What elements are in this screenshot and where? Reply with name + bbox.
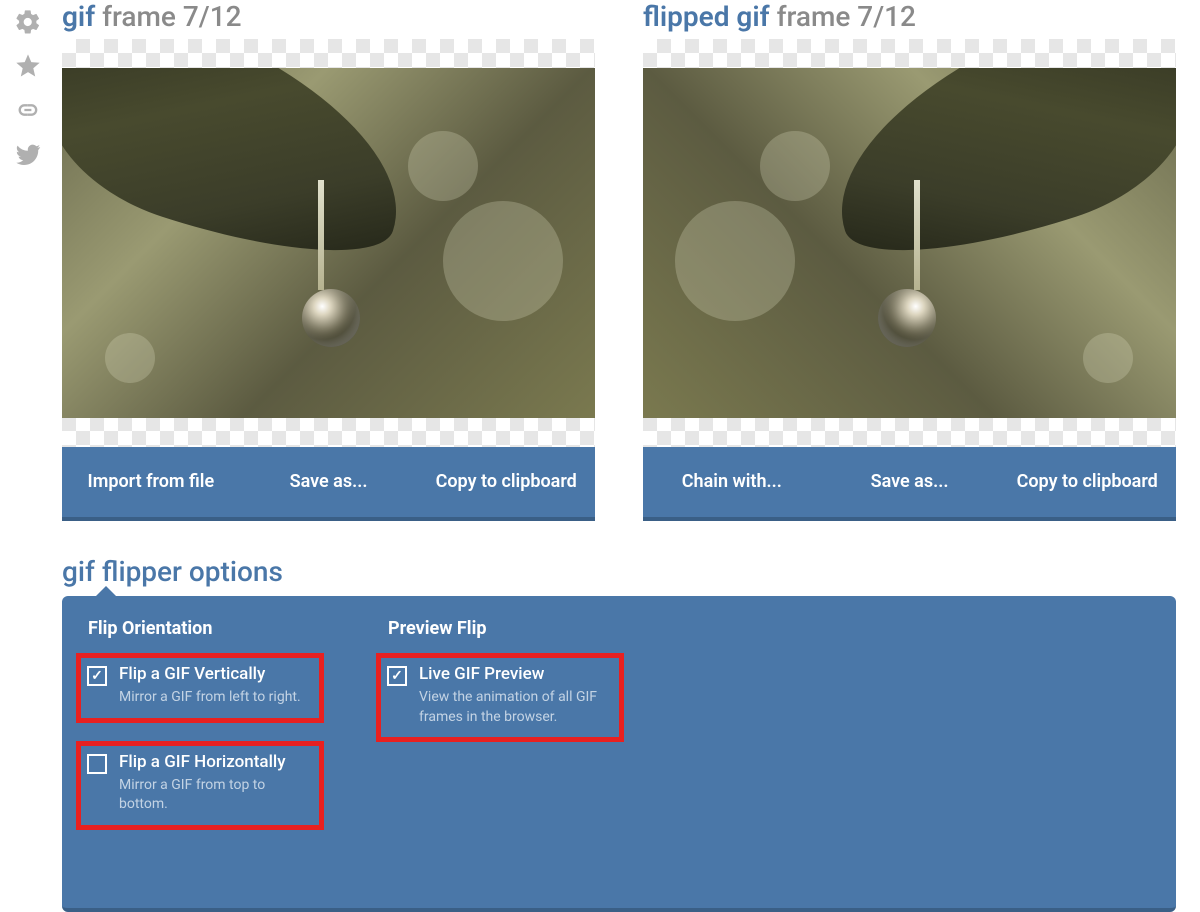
gear-icon[interactable] — [14, 8, 42, 36]
checkbox-icon[interactable] — [87, 754, 107, 774]
output-preview-image — [643, 68, 1176, 419]
option-description: View the animation of all GIF frames in … — [419, 688, 609, 727]
flip-horizontally-option[interactable]: Flip a GIF Horizontally Mirror a GIF fro… — [76, 741, 324, 830]
input-panel-title: gif frame 7/12 — [62, 0, 595, 33]
main-content: gif frame 7/12 Import from file Save as.… — [62, 0, 1176, 912]
option-label: Flip a GIF Vertically — [119, 664, 301, 684]
input-preview-area — [62, 39, 595, 447]
title-rest: frame 7/12 — [102, 0, 241, 33]
preview-flip-column: Preview Flip Live GIF Preview View the a… — [388, 618, 624, 848]
copy-to-clipboard-button[interactable]: Copy to clipboard — [417, 447, 595, 517]
sidebar — [8, 8, 48, 168]
title-accent: flipped gif — [643, 0, 770, 33]
save-as-button[interactable]: Save as... — [240, 447, 418, 517]
options-title: gif flipper options — [62, 555, 1176, 588]
star-icon[interactable] — [14, 52, 42, 80]
option-description: Mirror a GIF from left to right. — [119, 688, 301, 708]
options-section: gif flipper options Flip Orientation Fli… — [62, 555, 1176, 912]
input-actionbar: Import from file Save as... Copy to clip… — [62, 447, 595, 521]
chain-with-button[interactable]: Chain with... — [643, 447, 821, 517]
column-heading: Flip Orientation — [88, 618, 324, 639]
output-preview-area — [643, 39, 1176, 447]
options-panel: Flip Orientation Flip a GIF Vertically M… — [62, 596, 1176, 912]
save-as-button[interactable]: Save as... — [821, 447, 999, 517]
output-panel-title: flipped gif frame 7/12 — [643, 0, 1176, 33]
input-preview-image — [62, 68, 595, 419]
output-actionbar: Chain with... Save as... Copy to clipboa… — [643, 447, 1176, 521]
title-rest: frame 7/12 — [777, 0, 916, 33]
input-panel: gif frame 7/12 Import from file Save as.… — [62, 0, 595, 521]
option-label: Live GIF Preview — [419, 664, 609, 684]
flip-vertically-option[interactable]: Flip a GIF Vertically Mirror a GIF from … — [76, 653, 324, 723]
import-from-file-button[interactable]: Import from file — [62, 447, 240, 517]
link-icon[interactable] — [14, 96, 42, 124]
twitter-icon[interactable] — [14, 140, 42, 168]
flip-orientation-column: Flip Orientation Flip a GIF Vertically M… — [88, 618, 324, 848]
option-description: Mirror a GIF from top to bottom. — [119, 776, 309, 815]
copy-to-clipboard-button[interactable]: Copy to clipboard — [998, 447, 1176, 517]
title-accent: gif — [62, 0, 95, 33]
column-heading: Preview Flip — [388, 618, 624, 639]
option-label: Flip a GIF Horizontally — [119, 752, 309, 772]
live-preview-option[interactable]: Live GIF Preview View the animation of a… — [376, 653, 624, 742]
checkbox-icon[interactable] — [87, 666, 107, 686]
checkbox-icon[interactable] — [387, 666, 407, 686]
output-panel: flipped gif frame 7/12 Chain with... Sav… — [643, 0, 1176, 521]
